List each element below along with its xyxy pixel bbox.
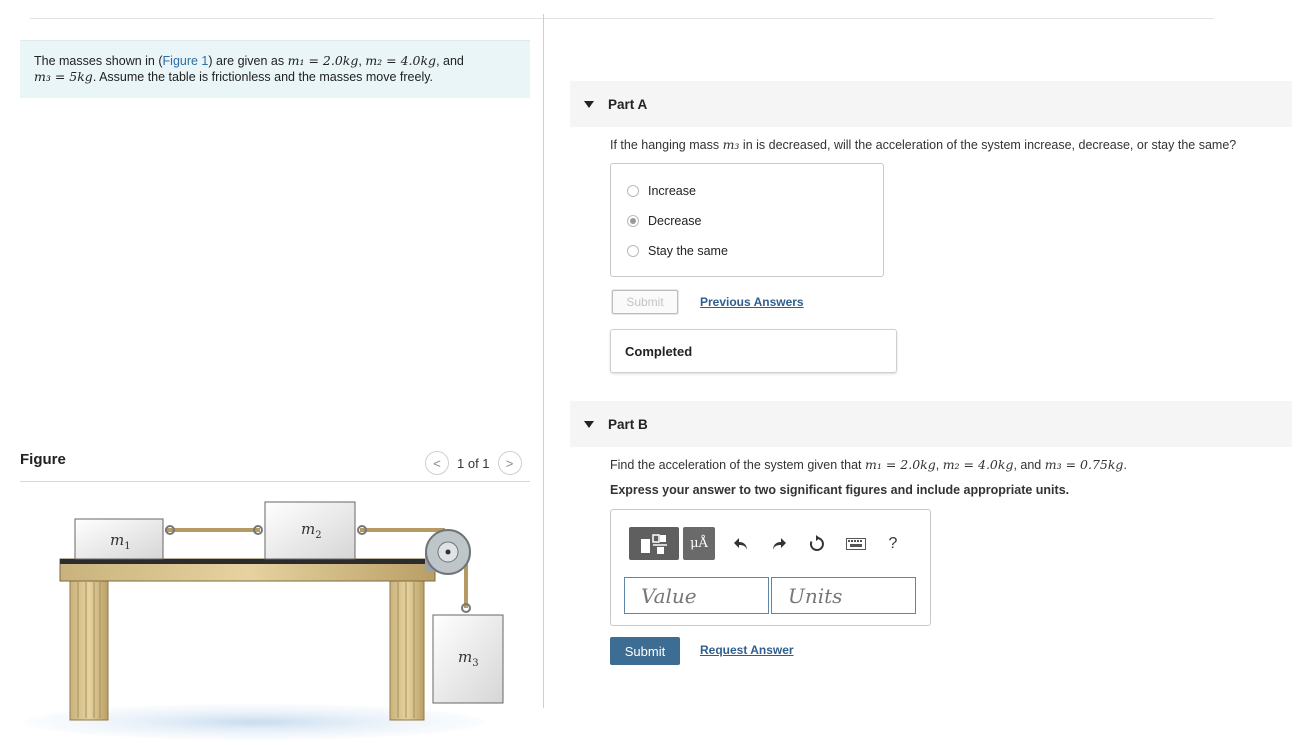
- collapse-triangle-icon: [584, 100, 594, 108]
- next-figure-button[interactable]: >: [497, 451, 522, 475]
- option-increase[interactable]: Increase: [611, 176, 883, 206]
- figure-rule: [20, 481, 530, 482]
- reset-icon[interactable]: [805, 532, 829, 556]
- part-b-question-text: Find the acceleration of the system give…: [610, 458, 865, 472]
- problem-statement: The masses shown in (Figure 1) are given…: [20, 40, 530, 98]
- part-b-m1: m₁ = 2.0kg: [865, 457, 936, 472]
- option-label: Increase: [648, 184, 696, 198]
- figure-pager: < 1 of 1 >: [425, 451, 522, 475]
- figure-link[interactable]: Figure 1: [163, 54, 209, 68]
- top-divider: [30, 18, 1214, 19]
- pulley-system-figure: m1 m2 m3: [25, 501, 504, 740]
- option-label: Stay the same: [648, 244, 728, 258]
- option-label: Decrease: [648, 214, 702, 228]
- problem-text-1: The masses shown in (: [34, 54, 163, 68]
- part-b-question-end: .: [1123, 458, 1127, 472]
- radio-button[interactable]: [627, 185, 639, 197]
- redo-icon[interactable]: [767, 532, 791, 556]
- radio-button-selected[interactable]: [627, 215, 639, 227]
- m3-value: m₃ = 5kg: [34, 69, 93, 84]
- m2-value: m₂ = 4.0kg: [365, 53, 437, 68]
- pager-text: 1 of 1: [457, 455, 490, 471]
- prev-figure-button[interactable]: <: [425, 451, 449, 475]
- part-a-question: If the hanging mass m₃ in is decreased, …: [610, 137, 1236, 152]
- keyboard-icon[interactable]: [844, 534, 868, 554]
- completed-status: Completed: [610, 329, 897, 373]
- answer-options: Increase Decrease Stay the same: [610, 163, 884, 277]
- template-icon[interactable]: [629, 527, 679, 560]
- part-b-submit-button[interactable]: Submit: [610, 637, 680, 665]
- table-leg-left: [69, 579, 109, 721]
- problem-sep-2: , and: [436, 54, 464, 68]
- problem-text-2: ) are given as: [208, 54, 288, 68]
- problem-text-3: . Assume the table is frictionless and t…: [92, 70, 434, 84]
- part-b-sep-1: ,: [935, 458, 943, 472]
- part-a-title: Part A: [608, 96, 648, 112]
- figure-title: Figure: [20, 451, 66, 468]
- part-a-submit-button[interactable]: Submit: [612, 290, 678, 314]
- help-icon[interactable]: ?: [883, 532, 903, 556]
- radio-button[interactable]: [627, 245, 639, 257]
- units-button[interactable]: μÅ: [683, 527, 715, 560]
- answer-input-box: μÅ ? Value Units: [610, 509, 931, 626]
- units-input[interactable]: Units: [771, 577, 916, 614]
- option-stay-same[interactable]: Stay the same: [611, 236, 883, 266]
- part-a-question-text-1: If the hanging mass: [610, 138, 723, 152]
- part-a-question-text-2: in is decreased, will the acceleration o…: [739, 138, 1237, 152]
- request-answer-link[interactable]: Request Answer: [700, 643, 794, 657]
- part-b-title: Part B: [608, 416, 648, 432]
- part-b-m3: m₃ = 0.75kg: [1044, 457, 1124, 472]
- part-b-header[interactable]: Part B: [570, 401, 1292, 447]
- part-a-question-var: m₃: [722, 137, 740, 152]
- m1-value: m₁ = 2.0kg: [287, 53, 359, 68]
- part-b-question: Find the acceleration of the system give…: [610, 457, 1127, 472]
- previous-answers-link[interactable]: Previous Answers: [700, 295, 804, 309]
- part-b-sep-2: , and: [1013, 458, 1045, 472]
- undo-icon[interactable]: [729, 532, 753, 556]
- value-input[interactable]: Value: [624, 577, 769, 614]
- part-a-header[interactable]: Part A: [570, 81, 1292, 127]
- option-decrease[interactable]: Decrease: [611, 206, 883, 236]
- table-leg-right: [389, 579, 425, 721]
- pane-divider: [543, 14, 544, 708]
- collapse-triangle-icon: [584, 420, 594, 428]
- part-b-instruction: Express your answer to two significant f…: [610, 483, 1070, 497]
- part-b-m2: m₂ = 4.0kg: [942, 457, 1014, 472]
- table-surface: [60, 559, 435, 564]
